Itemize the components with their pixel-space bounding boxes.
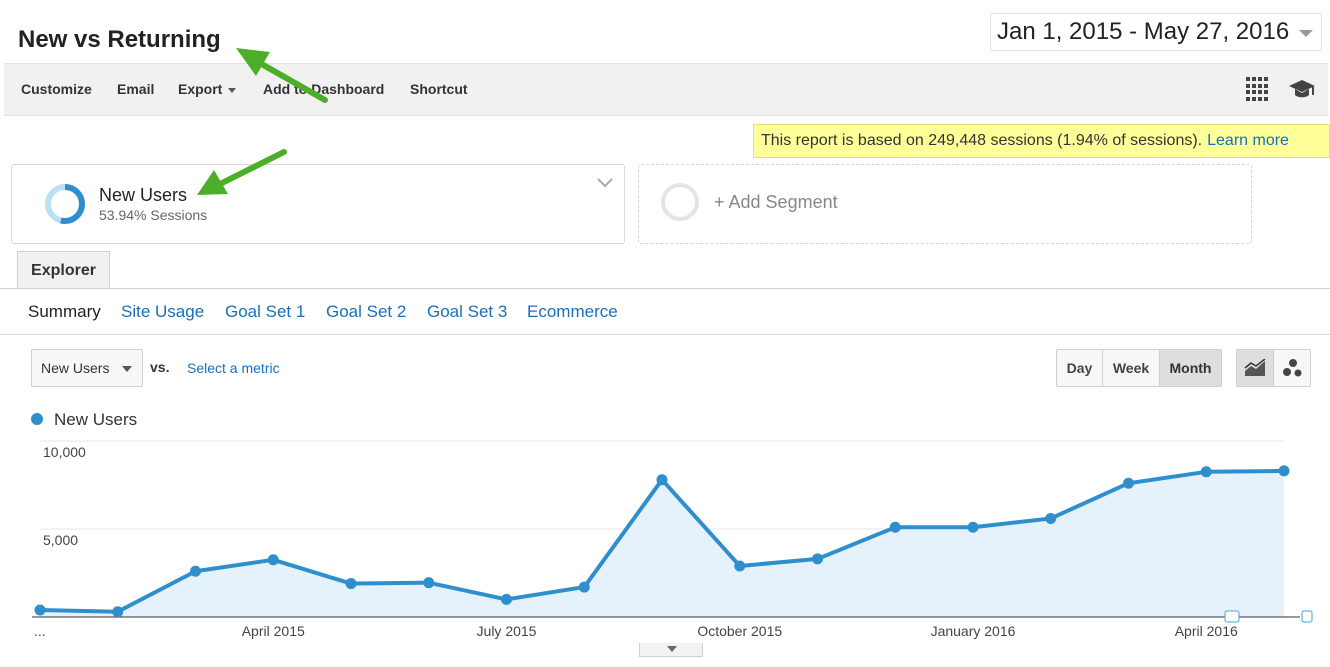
subnav-ecommerce[interactable]: Ecommerce [527,302,618,322]
customize-button[interactable]: Customize [21,81,92,97]
report-toolbar: Customize Email Export Add to Dashboard … [4,63,1328,116]
report-title: New vs Returning [18,26,221,53]
data-point [1123,477,1134,489]
new-users-chart[interactable]: 10,000 5,000... April 2015 July 2015 October… [0,430,1330,645]
period-month-button[interactable]: Month [1160,350,1221,386]
data-point [812,553,823,565]
date-range-picker[interactable]: Jan 1, 2015 - May 27, 2016 [990,13,1322,51]
email-button[interactable]: Email [117,81,154,97]
export-button[interactable]: Export [178,81,237,97]
y-tick-label: 5,000 [43,532,78,548]
data-point [967,521,979,533]
data-point [423,577,435,589]
select-metric-link[interactable]: Select a metric [187,360,280,376]
y-tick-label: 10,000 [43,444,86,460]
chevron-down-icon [1299,30,1313,37]
data-point [267,554,279,566]
date-range-label: Jan 1, 2015 - May 27, 2016 [997,18,1290,45]
x-tick-label: ... [34,623,46,639]
series-area [40,470,1284,617]
data-point [734,560,746,572]
segment-subtitle: 53.94% Sessions [99,207,208,223]
annotation-toggle-icon [1301,610,1313,623]
data-point [1200,466,1212,478]
x-tick-label: April 2015 [242,623,305,639]
subnav-goal-set-2[interactable]: Goal Set 2 [326,302,406,322]
metric-select[interactable]: New Users [31,349,143,387]
vs-label: vs. [150,359,170,375]
export-label: Export [178,81,223,97]
shortcut-button[interactable]: Shortcut [410,81,468,97]
period-toggle: Day Week Month [1056,349,1222,387]
x-tick-label: April 2016 [1175,623,1238,639]
x-tick-label: January 2016 [931,623,1016,639]
data-point [345,578,357,590]
add-to-dashboard-button[interactable]: Add to Dashboard [263,81,384,97]
add-segment-label: + Add Segment [714,192,838,212]
metric-select-value: New Users [41,360,110,376]
subnav-goal-set-3[interactable]: Goal Set 3 [427,302,507,322]
subnav-summary[interactable]: Summary [28,302,101,322]
chart-expand-tab[interactable] [639,643,703,657]
chevron-down-icon [667,646,677,652]
data-point [34,604,46,616]
data-point [889,521,901,533]
grid-icon[interactable] [1246,77,1270,101]
subnav-divider [0,334,1330,335]
motion-chart-view-button[interactable] [1274,350,1310,386]
subnav-site-usage[interactable]: Site Usage [121,302,204,322]
x-tick-label: July 2015 [477,623,537,639]
x-tick-label: October 2015 [697,623,782,639]
sampling-notice: This report is based on 249,448 sessions… [753,124,1330,158]
segment-placeholder-icon [661,183,699,221]
period-day-button[interactable]: Day [1057,350,1103,386]
data-point [1045,512,1057,524]
add-segment-button[interactable]: + Add Segment [638,164,1252,244]
chevron-down-icon [228,87,237,93]
learn-more-link[interactable]: Learn more [1207,132,1289,150]
line-chart-view-button[interactable] [1237,350,1274,386]
tab-divider [0,288,1330,289]
legend-marker [31,413,43,425]
data-point [501,593,512,605]
motion-chart-icon [1283,359,1302,377]
tab-explorer[interactable]: Explorer [17,251,110,289]
period-week-button[interactable]: Week [1103,350,1160,386]
graduation-cap-icon[interactable] [1288,78,1316,100]
annotation-marker-icon [1224,610,1240,623]
data-point [1278,465,1290,477]
data-point [112,606,124,618]
line-chart-icon [1244,359,1266,376]
segment-donut-icon [45,184,85,224]
subnav-goal-set-1[interactable]: Goal Set 1 [225,302,305,322]
chart-view-toggle [1236,349,1311,387]
chevron-down-icon[interactable] [596,177,614,189]
chevron-down-icon [122,366,132,372]
sampling-notice-text: This report is based on 249,448 sessions… [761,132,1203,149]
data-point [190,565,201,577]
segment-new-users[interactable]: New Users 53.94% Sessions [11,164,625,244]
segment-name: New Users [99,185,188,205]
data-point [656,474,668,486]
legend-label: New Users [54,410,138,429]
data-point [578,581,590,593]
